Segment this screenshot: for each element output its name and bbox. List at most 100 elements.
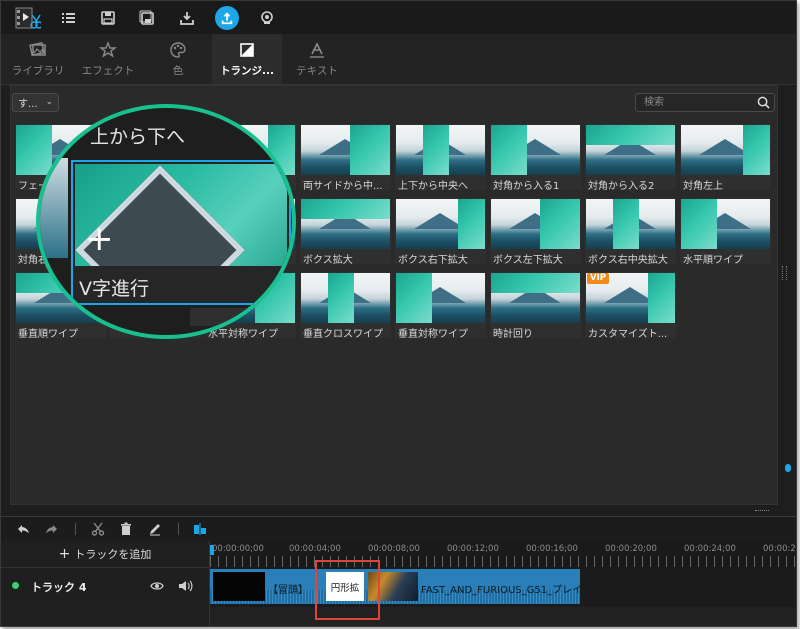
track-lane: 【冒頭】 円形拡 FAST_AND_FURIOUS_G51_プレイ [210, 567, 796, 607]
camera-icon[interactable] [257, 8, 277, 28]
transition-thumbnail [491, 125, 580, 175]
transition-overlay [743, 125, 770, 175]
transition-card[interactable]: VIP カスタマイズト... [585, 272, 676, 340]
transition-card[interactable]: 時計回り [490, 272, 581, 340]
text-icon [282, 41, 352, 59]
transition-label: 対角左上 [683, 181, 723, 192]
transition-thumbnail [491, 199, 580, 249]
transition-overlay [349, 125, 390, 175]
undo-icon[interactable] [16, 521, 32, 537]
redo-icon[interactable] [43, 521, 59, 537]
transition-overlay [422, 125, 450, 175]
app-logo [15, 5, 43, 31]
transition-thumbnail [396, 125, 485, 175]
ruler-label: 00:00:20;00 [605, 544, 657, 554]
transition-label: 垂直クロスワイプ [303, 329, 383, 340]
transition-label: ボクス拡大 [303, 255, 353, 266]
split-track-icon[interactable] [192, 521, 208, 537]
ruler-label: 00:00:2 [763, 544, 796, 554]
track-row[interactable]: トラック 4 [1, 568, 209, 604]
track-status-dot [12, 582, 19, 589]
transition-thumbnail [301, 125, 390, 175]
list-icon[interactable] [58, 8, 78, 28]
transition-label: ボクス右下拡大 [398, 255, 468, 266]
ruler-label: 00:00:16;00 [526, 544, 578, 554]
clip-thumbnail [213, 572, 265, 601]
transition-card[interactable]: ボクス右下拡大 [395, 198, 486, 266]
category-dropdown[interactable]: す... ⌄ [12, 93, 59, 112]
timeline-resize-grip[interactable] [755, 510, 769, 514]
transition-label: 両サイドから中... [303, 181, 383, 192]
transition-overlay [301, 199, 390, 219]
tab-color[interactable]: 色 [143, 34, 213, 84]
transition-thumbnail [301, 199, 390, 249]
speaker-icon[interactable] [177, 578, 193, 594]
transition-thumbnail [586, 125, 675, 175]
media-tabs: ライブラリ エフェクト 色 トランジ... テキスト [1, 34, 796, 85]
trash-icon[interactable] [118, 521, 134, 537]
category-selected: す... [18, 99, 38, 110]
magnified-transition-label: V字進行 [79, 278, 149, 300]
scissors-icon[interactable] [90, 521, 106, 537]
transition-label: 上下から中央へ [398, 181, 468, 192]
scroll-indicator[interactable] [785, 464, 791, 472]
transition-label: 水平順ワイプ [683, 255, 743, 266]
transition-card[interactable]: 垂直対称ワイプ [395, 272, 486, 340]
library-icon [3, 41, 73, 59]
search-icon [757, 96, 770, 109]
ruler-label: 00:00:12;00 [447, 544, 499, 554]
magnified-card-footer [190, 308, 292, 326]
transition-thumbnail [491, 273, 580, 323]
transition-label: 垂直対称ワイプ [398, 329, 468, 340]
magnified-thumbnail: + [75, 164, 287, 266]
transition-card[interactable]: 対角から入る2 [585, 124, 676, 192]
search-placeholder: 検索 [644, 97, 664, 108]
upload-icon[interactable] [215, 6, 239, 30]
video-clip[interactable]: 【冒頭】 円形拡 FAST_AND_FURIOUS_G51_プレイ [210, 569, 580, 604]
transition-card[interactable]: 対角左上 [680, 124, 771, 192]
transition-card[interactable]: 上下から中央へ [395, 124, 486, 192]
transition-overlay [681, 199, 717, 249]
transition-card[interactable]: 垂直クロスワイプ [300, 272, 391, 340]
timeline-ruler[interactable]: 00:00:00;00 00:00:04;00 00:00:08;00 00:0… [210, 541, 796, 567]
transition-card[interactable]: ボクス右中央拡大 [585, 198, 676, 266]
transition-thumbnail [681, 125, 770, 175]
transition-card[interactable]: 水平順ワイプ [680, 198, 771, 266]
tab-effects[interactable]: エフェクト [73, 34, 143, 84]
empty-track-lane [210, 607, 796, 626]
search-input[interactable]: 検索 [635, 93, 775, 112]
save-as-icon[interactable] [137, 8, 157, 28]
transition-overlay [612, 199, 640, 249]
eye-icon[interactable] [150, 579, 164, 593]
transition-card[interactable]: 対角から入る1 [490, 124, 581, 192]
effects-icon [73, 41, 143, 59]
timeline-toolbar [1, 516, 796, 541]
magnified-transition-card[interactable]: + V字進行 [71, 160, 291, 305]
playhead[interactable] [210, 545, 214, 555]
transition-label: 垂直順ワイプ [18, 329, 78, 340]
download-icon[interactable] [177, 8, 197, 28]
tab-transitions[interactable]: トランジ... [212, 34, 282, 84]
top-toolbar [1, 1, 796, 34]
transition-card[interactable]: ボクス拡大 [300, 198, 391, 266]
ruler-label: 00:00:04;00 [289, 544, 341, 554]
tab-library[interactable]: ライブラリ [3, 34, 73, 84]
tab-text[interactable]: テキスト [282, 34, 352, 84]
transition-overlay [648, 273, 675, 323]
magnifier-callout: 上から下へ + V字進行 [36, 104, 296, 339]
chevron-down-icon: ⌄ [45, 97, 53, 107]
transition-card[interactable]: 両サイドから中... [300, 124, 391, 192]
plus-icon[interactable]: + [85, 222, 114, 256]
highlight-box [315, 560, 380, 620]
magnified-above-label: 上から下へ [90, 126, 186, 148]
transition-thumbnail [681, 199, 770, 249]
panel-resize-grip[interactable] [782, 266, 787, 280]
transition-card[interactable]: ボクス左下拡大 [490, 198, 581, 266]
transition-overlay [539, 199, 580, 249]
add-track-button[interactable]: + トラックを追加 [1, 541, 209, 568]
ruler-label: 00:00:24;00 [684, 544, 736, 554]
add-track-label: トラックを追加 [74, 548, 152, 561]
save-icon[interactable] [98, 8, 118, 28]
edit-icon[interactable] [147, 521, 163, 537]
vip-badge: VIP [587, 273, 609, 284]
